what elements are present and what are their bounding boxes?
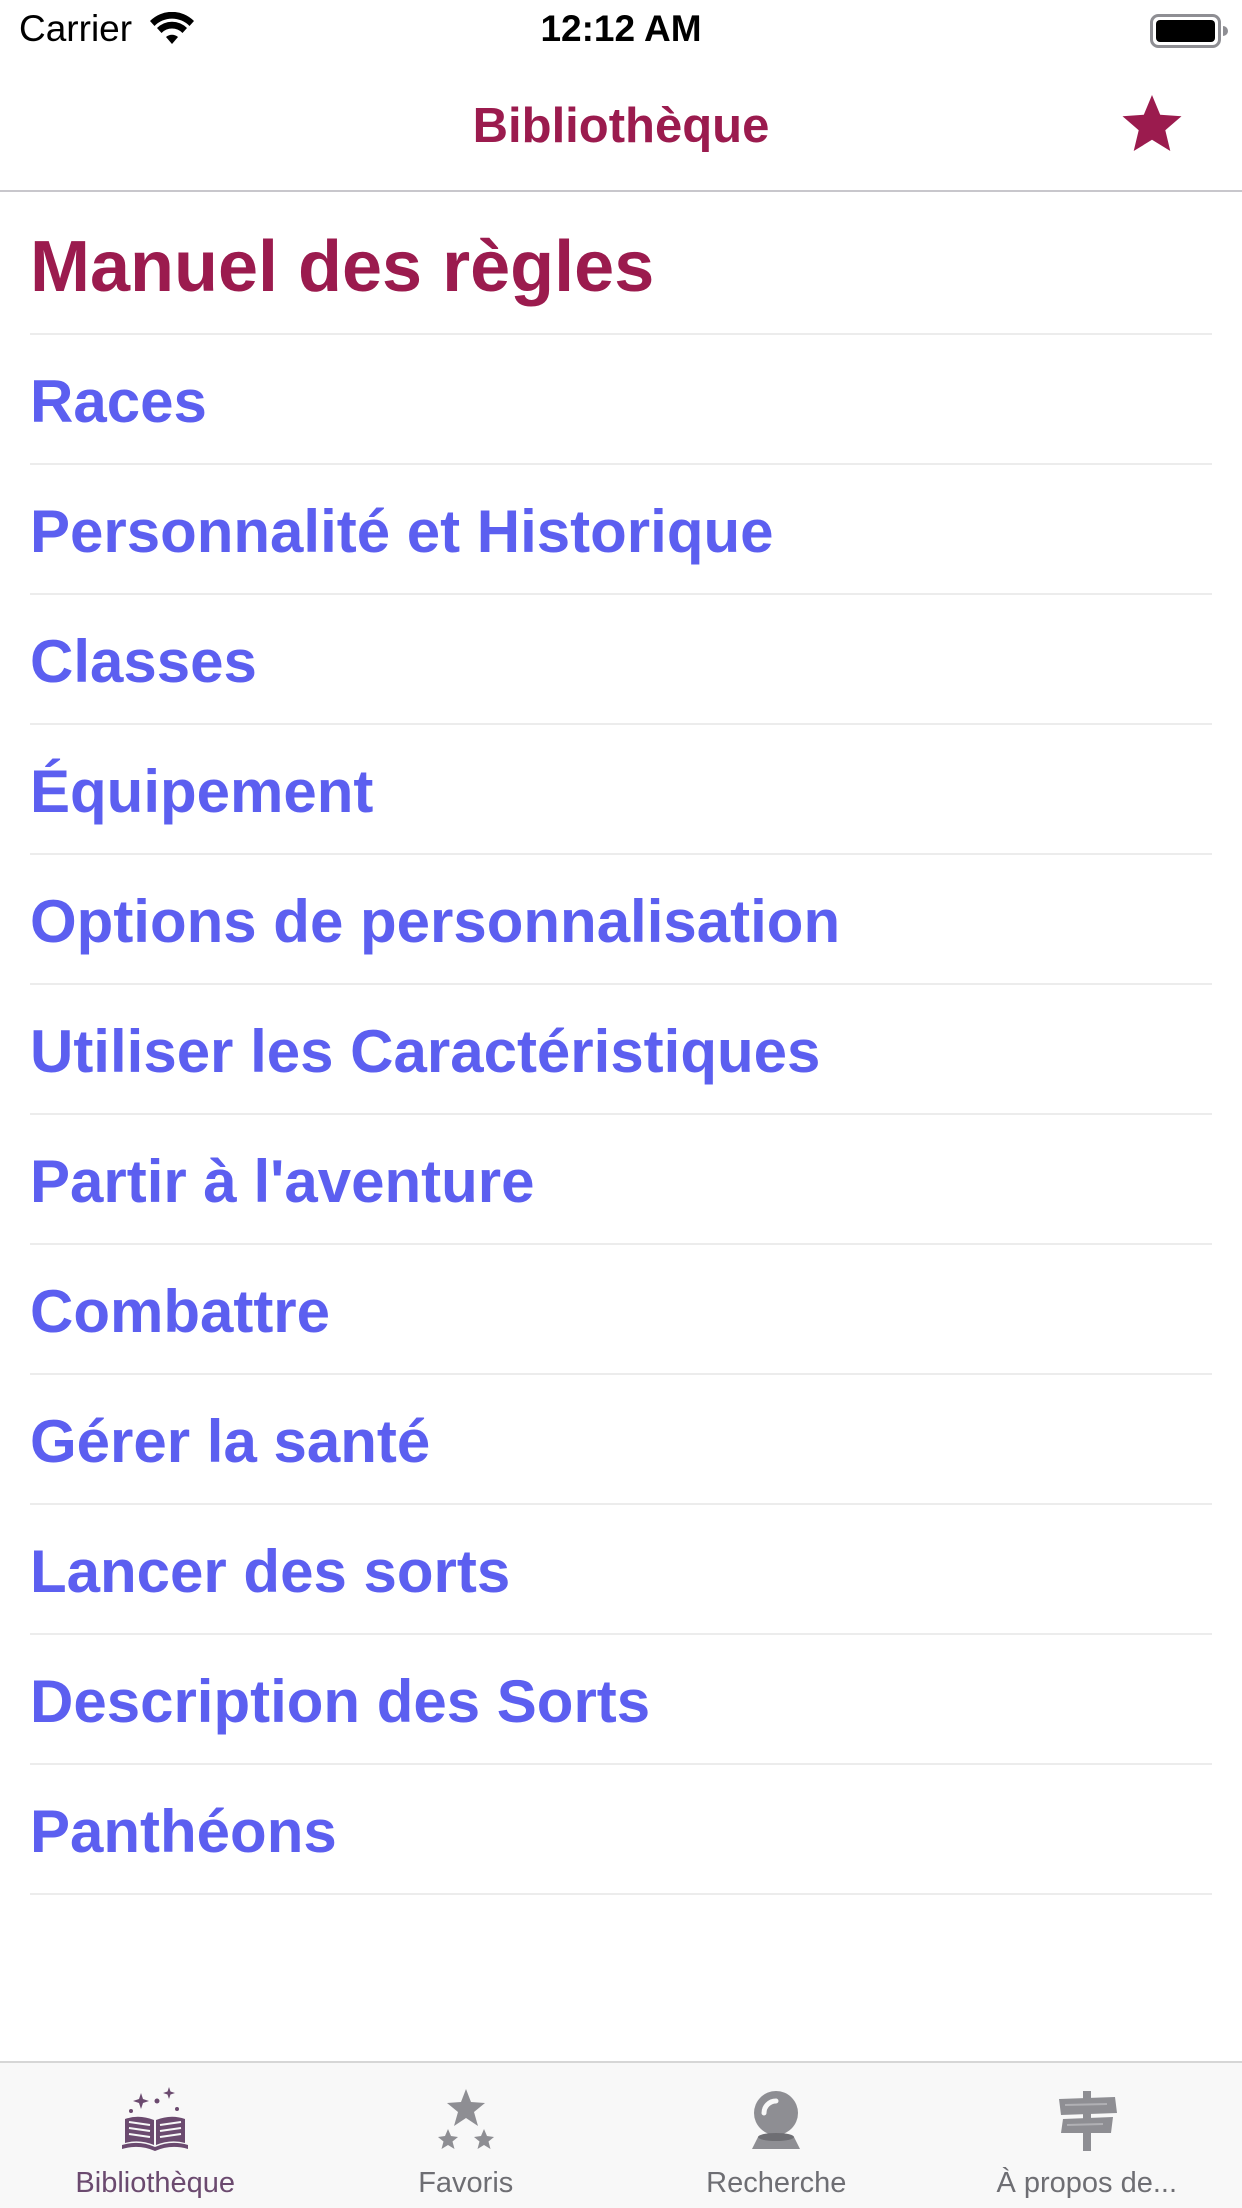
signpost-icon [1058, 2091, 1117, 2151]
list-item-label: Combattre [30, 1278, 331, 1345]
nav-title: Bibliothèque [472, 99, 770, 153]
section-title: Manuel des règles [30, 227, 655, 307]
list-item-label: Description des Sorts [30, 1668, 651, 1735]
list-item-personnalite[interactable]: Personnalité et Historique [30, 465, 1212, 595]
crystal-ball-icon [752, 2091, 801, 2149]
list-item-aventure[interactable]: Partir à l'aventure [30, 1115, 1212, 1245]
star-icon[interactable] [1120, 92, 1184, 156]
list-item-combattre[interactable]: Combattre [30, 1245, 1212, 1375]
magic-book-icon [122, 2087, 189, 2151]
list-item-sante[interactable]: Gérer la santé [30, 1375, 1212, 1505]
list-item-label: Partir à l'aventure [30, 1148, 535, 1215]
tab-label: Recherche [706, 2167, 847, 2199]
list-item-options[interactable]: Options de personnalisation [30, 855, 1212, 985]
tab-label: Favoris [418, 2167, 514, 2199]
tab-recherche[interactable]: Recherche [621, 2063, 932, 2208]
list-item-races[interactable]: Races [30, 335, 1212, 465]
list-item-classes[interactable]: Classes [30, 595, 1212, 725]
clock: 12:12 AM [540, 8, 702, 49]
list-item-label: Lancer des sorts [30, 1538, 511, 1605]
battery-icon [1150, 14, 1228, 48]
tab-label: À propos de... [996, 2167, 1178, 2199]
status-bar: Carrier 12:12 AM [0, 0, 1242, 62]
list-item-label: Options de personnalisation [30, 888, 841, 955]
list-item-label: Équipement [30, 758, 374, 825]
section-header: Manuel des règles [30, 192, 1212, 335]
stars-icon [437, 2089, 494, 2149]
list-item-label: Panthéons [30, 1798, 337, 1865]
rules-list: Manuel des règles Races Personnalité et … [30, 192, 1212, 1895]
navigation-bar: Bibliothèque [0, 62, 1242, 192]
list-item-label: Classes [30, 628, 257, 695]
list-item-sorts[interactable]: Lancer des sorts [30, 1505, 1212, 1635]
list-item-equipement[interactable]: Équipement [30, 725, 1212, 855]
tab-a-propos[interactable]: À propos de... [932, 2063, 1242, 2208]
tab-bibliotheque[interactable]: Bibliothèque [0, 2063, 311, 2208]
tab-favoris[interactable]: Favoris [311, 2063, 622, 2208]
list-item-label: Gérer la santé [30, 1408, 431, 1475]
list-item-label: Races [30, 368, 207, 435]
list-item-label: Utiliser les Caractéristiques [30, 1018, 821, 1085]
list-item-description-sorts[interactable]: Description des Sorts [30, 1635, 1212, 1765]
list-item-pantheons[interactable]: Panthéons [30, 1765, 1212, 1895]
tab-label: Bibliothèque [75, 2167, 236, 2199]
screen: Carrier 12:12 AM Bibliothèque Manuel des… [0, 0, 1242, 2208]
list-item-label: Personnalité et Historique [30, 498, 774, 565]
tab-bar: Bibliothèque Favoris Recherche À propos … [0, 2061, 1242, 2208]
list-item-caracteristiques[interactable]: Utiliser les Caractéristiques [30, 985, 1212, 1115]
